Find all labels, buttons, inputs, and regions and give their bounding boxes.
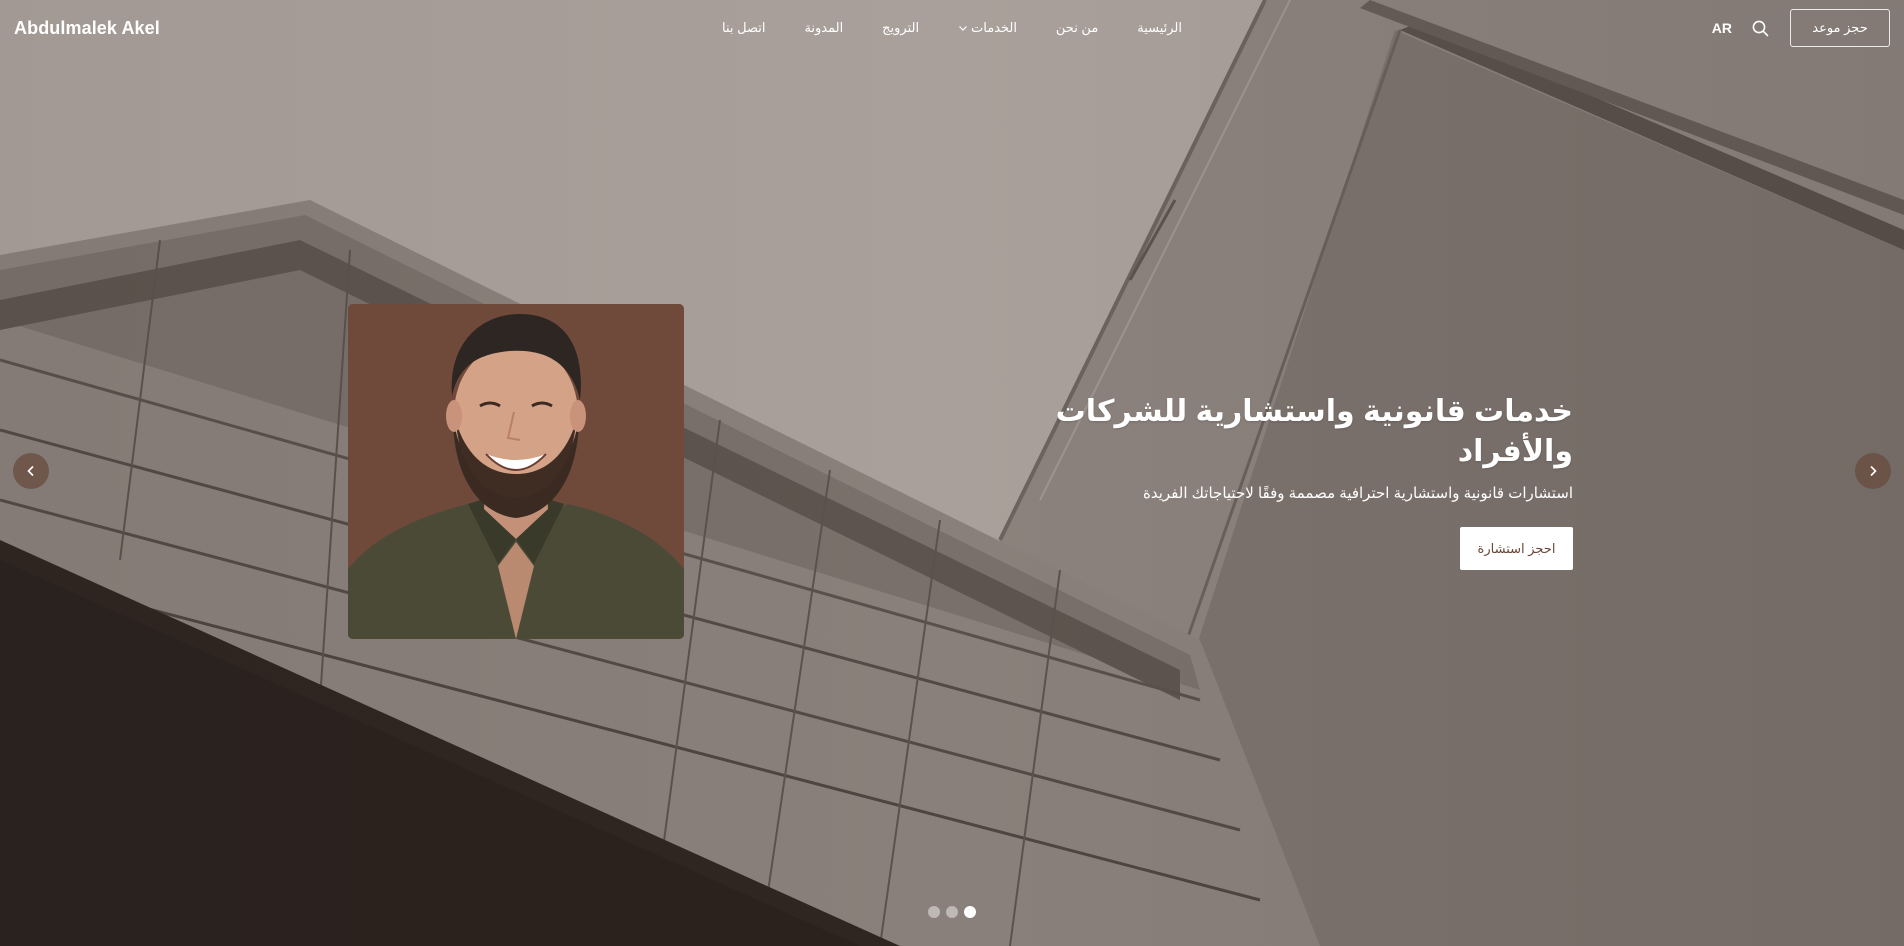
carousel-pagination	[928, 906, 976, 918]
nav-item-label: الخدمات	[971, 20, 1017, 35]
nav-item-about[interactable]: من نحن	[1056, 20, 1098, 36]
carousel-dot-2[interactable]	[946, 906, 958, 918]
nav-item-promotion[interactable]: الترويج	[882, 20, 919, 36]
carousel-dot-1[interactable]	[928, 906, 940, 918]
main-nav: الرئيسية من نحن الخدمات الترويج المدونة …	[722, 0, 1182, 56]
book-appointment-button[interactable]: حجز موعد	[1790, 9, 1890, 47]
nav-item-home[interactable]: الرئيسية	[1137, 20, 1182, 36]
hero-overlay	[0, 0, 1904, 946]
hero-content: خدمات قانونية واستشارية للشركات والأفراد…	[953, 392, 1573, 570]
nav-item-label: الرئيسية	[1137, 20, 1182, 35]
nav-item-label: اتصل بنا	[722, 20, 766, 35]
hero-subtitle: استشارات قانونية واستشارية احترافية مصمم…	[1142, 485, 1573, 502]
chevron-right-icon	[1870, 465, 1877, 477]
site-logo[interactable]: Abdulmalek Akel	[14, 18, 160, 39]
carousel-prev-button[interactable]	[13, 453, 49, 489]
nav-item-contact[interactable]: اتصل بنا	[722, 20, 765, 36]
chevron-left-icon	[27, 465, 34, 477]
nav-item-services[interactable]: الخدمات	[958, 20, 1017, 36]
nav-item-blog[interactable]: المدونة	[804, 20, 843, 36]
search-button[interactable]	[1750, 18, 1770, 38]
nav-item-label: من نحن	[1055, 20, 1099, 35]
carousel-dot-3[interactable]	[964, 906, 976, 918]
nav-item-label: المدونة	[804, 20, 844, 35]
header-actions: AR حجز موعد	[1712, 9, 1890, 47]
carousel-next-button[interactable]	[1855, 453, 1891, 489]
nav-item-label: الترويج	[882, 20, 920, 35]
book-consultation-button[interactable]: احجز استشارة	[1460, 527, 1573, 570]
portrait-image	[348, 304, 684, 639]
hero-title: خدمات قانونية واستشارية للشركات والأفراد	[1055, 395, 1573, 468]
search-icon	[1752, 20, 1768, 36]
hero-slider	[0, 0, 1904, 946]
language-switcher[interactable]: AR	[1712, 20, 1732, 36]
chevron-down-icon	[959, 26, 967, 31]
smiling-man-photo	[348, 304, 684, 639]
site-header: Abdulmalek Akel الرئيسية من نحن الخدمات …	[0, 0, 1904, 56]
